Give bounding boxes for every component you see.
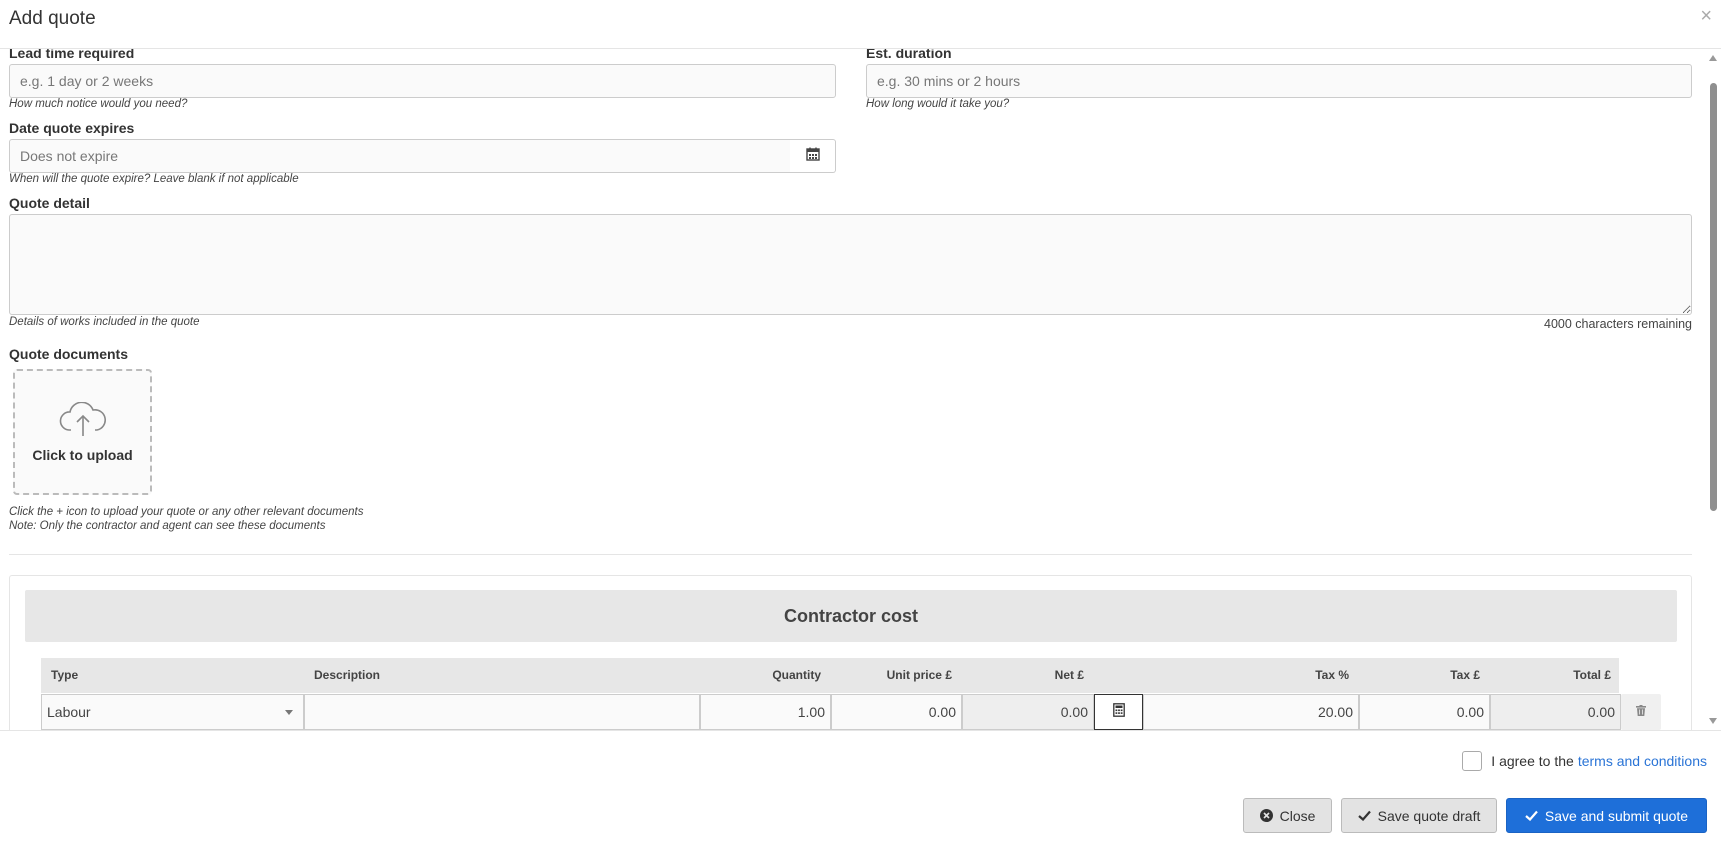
scrollbar[interactable] [1707, 49, 1719, 730]
contractor-cost-heading: Contractor cost [25, 590, 1677, 642]
col-description: Description [314, 668, 381, 682]
save-draft-label: Save quote draft [1377, 807, 1481, 824]
calculator-icon [1112, 702, 1125, 722]
delete-row-button[interactable] [1621, 694, 1661, 730]
unit-price-input[interactable]: 0.00 [831, 694, 962, 730]
calendar-button[interactable] [790, 139, 836, 173]
upload-label: Click to upload [32, 446, 133, 463]
close-icon[interactable]: × [1700, 4, 1712, 28]
agree-checkbox[interactable] [1462, 751, 1483, 771]
quote-detail-textarea[interactable] [9, 214, 1692, 315]
upload-dropzone[interactable]: Click to upload [13, 369, 152, 495]
tax-pct-input[interactable]: 20.00 [1143, 694, 1359, 730]
col-net: Net £ [1054, 668, 1084, 682]
est-duration-label: Est. duration [866, 49, 952, 61]
dialog-header: Add quote × [0, 0, 1721, 49]
table-row: Labour 1.00 0.00 0.00 20.00 0.00 0.00 [41, 694, 1661, 730]
scrollbar-thumb[interactable] [1710, 83, 1717, 511]
submit-quote-label: Save and submit quote [1544, 807, 1689, 824]
type-value: Labour [47, 704, 91, 720]
description-input[interactable] [304, 694, 700, 730]
agree-text: I agree to the [1491, 753, 1574, 769]
total-value: 0.00 [1490, 694, 1621, 730]
cost-table-header: Type Description Quantity Unit price £ N… [41, 658, 1619, 693]
net-value: 0.00 [962, 694, 1094, 730]
type-select[interactable]: Labour [41, 694, 304, 730]
est-duration-input[interactable] [866, 64, 1692, 98]
col-total: Total £ [1573, 668, 1611, 682]
calculator-button[interactable] [1094, 694, 1143, 730]
save-draft-button[interactable]: Save quote draft [1341, 798, 1497, 833]
divider [9, 554, 1692, 555]
quote-detail-help: Details of works included in the quote [9, 316, 200, 328]
date-expires-label: Date quote expires [9, 120, 135, 136]
dialog-title: Add quote [9, 8, 96, 29]
date-expires-help: When will the quote expire? Leave blank … [9, 173, 299, 185]
terms-link[interactable]: terms and conditions [1578, 753, 1707, 769]
quote-detail-label: Quote detail [9, 195, 90, 211]
col-tax-pct: Tax % [1315, 668, 1349, 682]
dialog-body: Lead time required How much notice would… [0, 49, 1721, 730]
check-icon [1357, 810, 1371, 821]
lead-time-label: Lead time required [9, 49, 135, 61]
chars-remaining: 4000 characters remaining [1544, 317, 1692, 331]
calendar-icon [805, 147, 820, 166]
close-button-label: Close [1279, 807, 1316, 824]
documents-help-2: Note: Only the contractor and agent can … [9, 520, 326, 532]
documents-help-1: Click the + icon to upload your quote or… [9, 506, 364, 518]
tax-input[interactable]: 0.00 [1359, 694, 1490, 730]
cloud-upload-icon [59, 400, 107, 441]
lead-time-help: How much notice would you need? [9, 98, 188, 110]
submit-quote-button[interactable]: Save and submit quote [1506, 798, 1707, 833]
date-expires-input[interactable] [9, 139, 791, 173]
quantity-input[interactable]: 1.00 [700, 694, 831, 730]
lead-time-input[interactable] [9, 64, 836, 98]
scroll-up-icon[interactable] [1709, 55, 1717, 61]
check-icon [1525, 810, 1538, 821]
close-circle-icon [1259, 809, 1273, 822]
scroll-down-icon[interactable] [1709, 718, 1717, 724]
est-duration-help: How long would it take you? [866, 98, 1010, 110]
chevron-down-icon [285, 710, 293, 715]
quote-documents-label: Quote documents [9, 346, 129, 362]
trash-icon [1636, 703, 1646, 721]
col-type: Type [51, 668, 79, 682]
close-button[interactable]: Close [1243, 798, 1332, 833]
terms-agreement: I agree to the terms and conditions [1462, 751, 1707, 771]
